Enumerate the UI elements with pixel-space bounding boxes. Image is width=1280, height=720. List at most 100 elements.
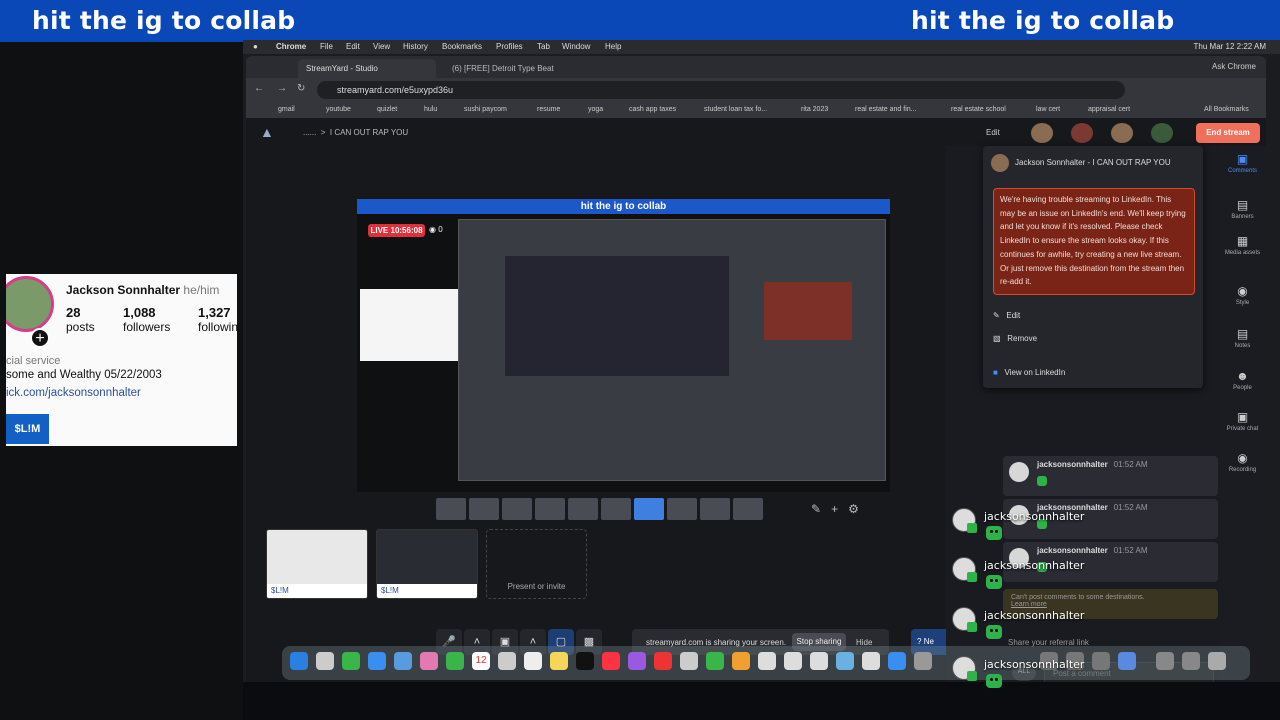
app-icon[interactable] — [784, 652, 802, 670]
menu-tab[interactable]: Tab — [537, 42, 550, 51]
sidebar-item-people[interactable]: ☻ People — [1219, 369, 1266, 391]
finder-icon[interactable] — [290, 652, 308, 670]
sidebar-item-comments[interactable]: ▣ Comments — [1219, 152, 1266, 174]
menu-bookmarks[interactable]: Bookmarks — [442, 42, 482, 51]
facetime-icon[interactable] — [446, 652, 464, 670]
bookmark-real-estate-school[interactable]: real estate school — [951, 106, 1006, 113]
menu-app[interactable]: Chrome — [276, 42, 306, 51]
sidebar-item-private-chat[interactable]: ▣ Private chat — [1219, 410, 1266, 432]
menu-view-linkedin[interactable]: ■ View on LinkedIn — [993, 368, 1065, 377]
app-icon[interactable] — [1118, 652, 1136, 670]
screen-thumbnail[interactable]: $L!M — [376, 529, 478, 599]
menu-profiles[interactable]: Profiles — [496, 42, 523, 51]
menu-file[interactable]: File — [320, 42, 333, 51]
forward-icon[interactable]: → — [277, 83, 287, 94]
pages-icon[interactable] — [732, 652, 750, 670]
bookmark-real-estate-fin[interactable]: real estate and fin... — [855, 106, 916, 113]
layout-group[interactable] — [601, 498, 631, 520]
sidebar-item-style[interactable]: ◉ Style — [1219, 284, 1266, 306]
settings-icon[interactable] — [914, 652, 932, 670]
menu-help[interactable]: Help — [605, 42, 621, 51]
end-stream-button[interactable]: End stream — [1196, 123, 1260, 143]
app-icon[interactable] — [810, 652, 828, 670]
plus-icon[interactable]: + — [831, 502, 838, 516]
destination-avatar[interactable] — [1031, 123, 1053, 143]
edit-destinations-button[interactable]: Edit — [986, 128, 1000, 137]
present-or-invite[interactable]: Present or invite — [486, 529, 587, 599]
back-icon[interactable]: ← — [254, 83, 264, 94]
calendar-icon[interactable]: 12 — [472, 652, 490, 670]
menu-remove[interactable]: ▧ Remove — [993, 334, 1037, 343]
layout-screen[interactable] — [634, 498, 664, 520]
folder-icon[interactable] — [1182, 652, 1200, 670]
camera-thumbnail[interactable]: $L!M — [266, 529, 368, 599]
layout-group[interactable] — [568, 498, 598, 520]
trash-icon[interactable] — [1208, 652, 1226, 670]
app-store-icon[interactable] — [888, 652, 906, 670]
apple-tv-icon[interactable] — [576, 652, 594, 670]
pencil-icon: ✎ — [993, 311, 1000, 320]
launchpad-icon[interactable] — [316, 652, 334, 670]
layout-group[interactable] — [502, 498, 532, 520]
bookmark-resume[interactable]: resume — [537, 106, 560, 113]
freeform-icon[interactable] — [680, 652, 698, 670]
safari-icon[interactable] — [836, 652, 854, 670]
menu-window[interactable]: Window — [562, 42, 590, 51]
chrome-icon[interactable] — [862, 652, 880, 670]
bookmark-hulu[interactable]: hulu — [424, 106, 437, 113]
bookmark-youtube[interactable]: youtube — [326, 106, 351, 113]
photos-icon[interactable] — [420, 652, 438, 670]
music-icon[interactable] — [602, 652, 620, 670]
podcasts-icon[interactable] — [628, 652, 646, 670]
tab-streamyard[interactable]: StreamYard - Studio — [298, 59, 436, 78]
notes-app-icon[interactable] — [550, 652, 568, 670]
news-icon[interactable] — [654, 652, 672, 670]
layout-group[interactable] — [535, 498, 565, 520]
apple-icon[interactable]: ● — [253, 42, 258, 51]
sidebar-item-banners[interactable]: ▤ Banners — [1219, 198, 1266, 220]
bookmark-appraisal-cert[interactable]: appraisal cert — [1088, 106, 1130, 113]
layout-screen[interactable] — [667, 498, 697, 520]
menu-edit[interactable]: Edit — [346, 42, 360, 51]
bookmark-cash-app[interactable]: cash app taxes — [629, 106, 676, 113]
tab-youtube[interactable]: (6) [FREE] Detroit Type Beat — [444, 59, 592, 78]
all-bookmarks[interactable]: All Bookmarks — [1204, 106, 1249, 113]
bookmark-rita[interactable]: rita 2023 — [801, 106, 828, 113]
url-input[interactable]: streamyard.com/e5uxypd36u — [317, 81, 1125, 99]
bookmark-gmail[interactable]: gmail — [278, 106, 295, 113]
menu-view[interactable]: View — [373, 42, 390, 51]
gear-icon[interactable]: ⚙ — [848, 502, 859, 516]
folder-icon[interactable] — [1156, 652, 1174, 670]
layout-screen[interactable] — [733, 498, 763, 520]
bookmark-paycom[interactable]: sushi paycom — [464, 106, 507, 113]
layout-screen[interactable] — [700, 498, 730, 520]
numbers-icon[interactable] — [706, 652, 724, 670]
bookmark-law-cert[interactable]: law cert — [1036, 106, 1060, 113]
reminders-icon[interactable] — [524, 652, 542, 670]
pencil-icon[interactable]: ✎ — [811, 502, 821, 516]
sidebar-item-notes[interactable]: ▤ Notes — [1219, 327, 1266, 349]
destination-avatar[interactable] — [1151, 123, 1173, 143]
sidebar-item-media[interactable]: ▦ Media assets — [1219, 234, 1266, 256]
destination-avatar[interactable] — [1071, 123, 1093, 143]
profile-link[interactable]: ick.com/jacksonsonnhalter — [6, 387, 141, 399]
bookmark-yoga[interactable]: yoga — [588, 106, 603, 113]
menu-history[interactable]: History — [403, 42, 428, 51]
sidebar-item-recording[interactable]: ◉ Recording — [1219, 451, 1266, 473]
streamyard-logo-icon[interactable]: ▲ — [260, 124, 274, 140]
bookmark-student-loan[interactable]: student loan tax fo... — [704, 106, 767, 113]
ask-chrome-button[interactable]: Ask Chrome — [1212, 62, 1256, 71]
contacts-icon[interactable] — [498, 652, 516, 670]
layout-group[interactable] — [469, 498, 499, 520]
mail-icon[interactable] — [368, 652, 386, 670]
palette-icon: ◉ — [1237, 284, 1248, 298]
bookmark-quizlet[interactable]: quizlet — [377, 106, 397, 113]
app-icon[interactable] — [758, 652, 776, 670]
menu-edit[interactable]: ✎ Edit — [993, 311, 1020, 320]
menubar-clock[interactable]: Thu Mar 12 2:22 AM — [1194, 42, 1266, 51]
reload-icon[interactable]: ↻ — [297, 83, 305, 94]
destination-avatar[interactable] — [1111, 123, 1133, 143]
maps-icon[interactable] — [394, 652, 412, 670]
layout-solo[interactable] — [436, 498, 466, 520]
messages-icon[interactable] — [342, 652, 360, 670]
